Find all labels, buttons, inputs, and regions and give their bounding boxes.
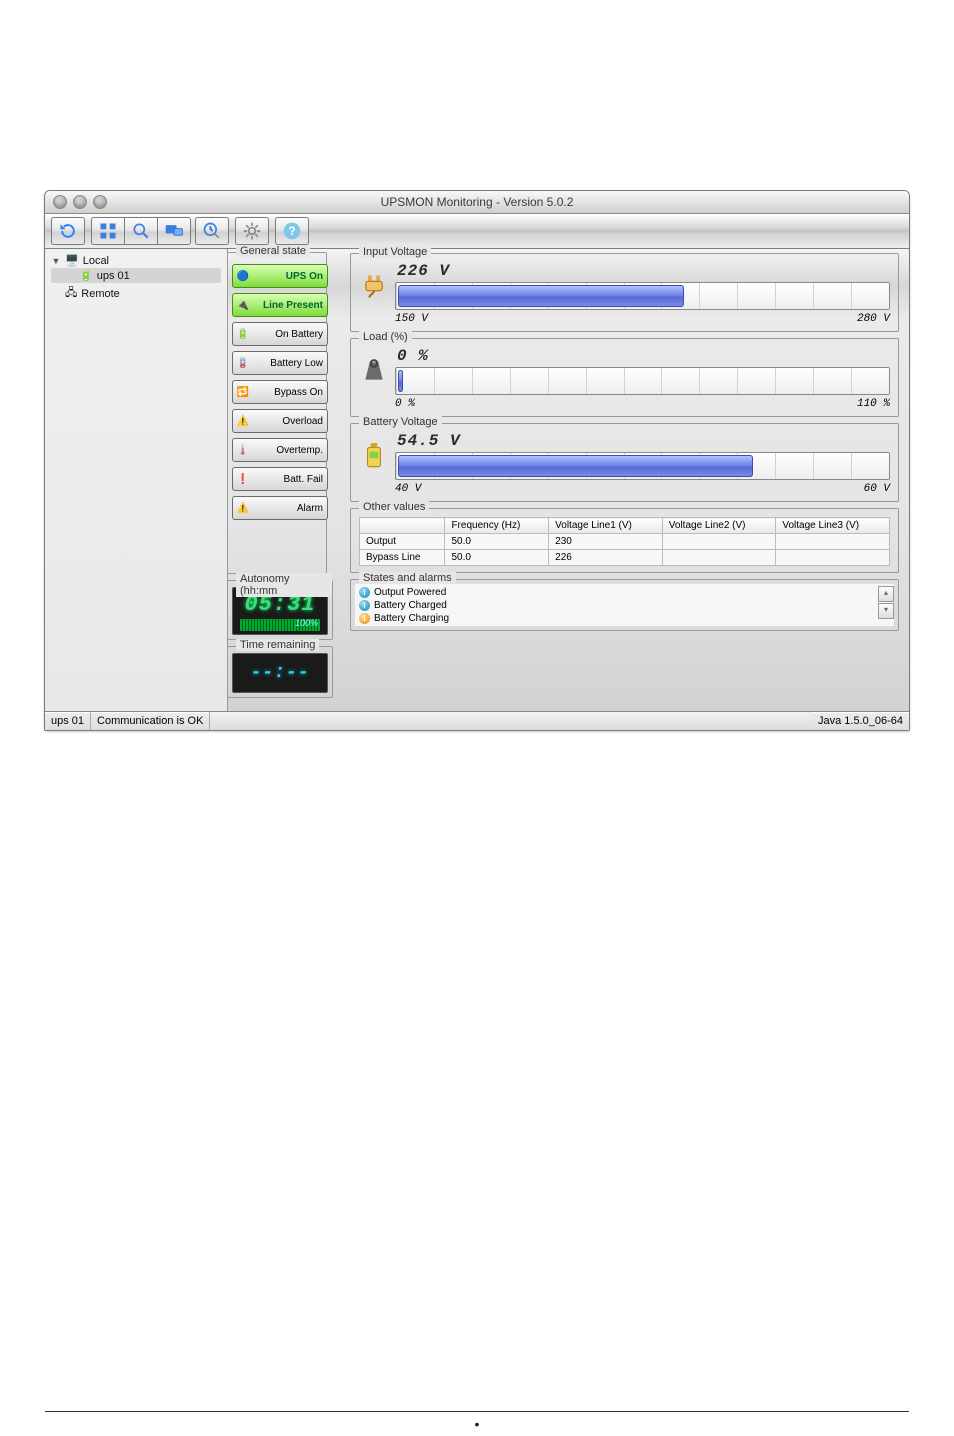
- statusbar-java: Java 1.5.0_06-64: [812, 712, 909, 730]
- tree-node-ups01[interactable]: 🔋 ups 01: [51, 268, 221, 283]
- view-group: [91, 217, 191, 245]
- folder-icon: 🖥️: [65, 254, 79, 267]
- device-tree[interactable]: ▼ 🖥️ Local 🔋 ups 01 🖧 Remote: [45, 249, 228, 711]
- page-separator: [45, 1411, 909, 1412]
- clock-wrench-icon: [202, 221, 222, 241]
- status-text: Battery Charged: [374, 599, 447, 612]
- input-voltage-fieldset: Input Voltage 226 V: [350, 253, 899, 332]
- status-bullet-icon: i: [359, 613, 370, 624]
- table-header: Voltage Line3 (V): [776, 518, 890, 534]
- search-button[interactable]: [124, 217, 158, 245]
- status-text: Battery Charging: [374, 612, 449, 625]
- scroll-up-button[interactable]: ▴: [878, 586, 894, 602]
- table-header: [360, 518, 445, 534]
- titlebar[interactable]: UPSMON Monitoring - Version 5.0.2: [45, 191, 909, 214]
- table-cell: 226: [549, 550, 663, 566]
- load-fieldset: Load (%) 0 %: [350, 338, 899, 417]
- scroll-buttons: ▴ ▾: [878, 586, 892, 620]
- battery-voltage-fieldset: Battery Voltage 54.5 V: [350, 423, 899, 502]
- list-item: i Battery Charging: [359, 612, 890, 625]
- status-bullet-icon: i: [359, 600, 370, 611]
- magnifier-icon: [131, 221, 151, 241]
- statusbar: ups 01 Communication is OK Java 1.5.0_06…: [45, 711, 909, 730]
- tree-label: Remote: [81, 288, 120, 300]
- status-bullet-icon: i: [359, 587, 370, 598]
- table-cell: 50.0: [445, 550, 549, 566]
- grid-icon: [98, 221, 118, 241]
- battery-voltage-max: 60 V: [864, 483, 890, 495]
- load-min: 0 %: [395, 398, 415, 410]
- table-cell: 230: [549, 534, 663, 550]
- schedule-button[interactable]: [195, 217, 229, 245]
- states-alarms-legend: States and alarms: [359, 572, 456, 584]
- scroll-down-button[interactable]: ▾: [878, 603, 894, 619]
- other-values-fieldset: Other values Frequency (Hz)Voltage Line1…: [350, 508, 899, 573]
- table-header: Frequency (Hz): [445, 518, 549, 534]
- input-voltage-value: 226 V: [397, 262, 890, 280]
- window-title: UPSMON Monitoring - Version 5.0.2: [45, 195, 909, 209]
- table-header: Voltage Line1 (V): [549, 518, 663, 534]
- battery-voltage-value: 54.5 V: [397, 432, 890, 450]
- input-voltage-max: 280 V: [857, 313, 890, 325]
- ups-icon: 🔋: [79, 269, 93, 282]
- list-item: i Battery Charged: [359, 599, 890, 612]
- other-values-table: Frequency (Hz)Voltage Line1 (V)Voltage L…: [359, 517, 890, 566]
- tree-node-remote[interactable]: 🖧 Remote: [51, 283, 221, 304]
- devices-icon: [164, 221, 184, 241]
- table-cell: Output: [360, 534, 445, 550]
- remote-icon: 🖧: [65, 284, 77, 303]
- page-bullet-icon: •: [475, 1416, 480, 1432]
- list-item: i Output Powered: [359, 586, 890, 599]
- tree-label: Local: [83, 255, 109, 267]
- battery-voltage-gauge: [395, 452, 890, 480]
- toolbar: ?: [45, 214, 909, 249]
- states-alarms-list[interactable]: i Output Powered i Battery Charged i Battery …: [355, 584, 894, 626]
- gear-icon: [242, 221, 262, 241]
- disclosure-triangle-icon[interactable]: ▼: [51, 256, 61, 266]
- tree-label: ups 01: [97, 270, 130, 282]
- statusbar-comm: Communication is OK: [91, 712, 210, 730]
- load-legend: Load (%): [359, 331, 412, 343]
- other-values-legend: Other values: [359, 501, 429, 513]
- table-cell: 50.0: [445, 534, 549, 550]
- battery-voltage-min: 40 V: [395, 483, 421, 495]
- table-cell: [776, 534, 890, 550]
- svg-text:?: ?: [288, 225, 295, 238]
- main-column: Input Voltage 226 V: [350, 253, 899, 631]
- refresh-icon: [58, 221, 78, 241]
- devices-button[interactable]: [157, 217, 191, 245]
- status-text: Output Powered: [374, 586, 446, 599]
- plug-icon: [359, 268, 389, 304]
- states-alarms-fieldset: States and alarms iOutput PowerediBatter…: [350, 579, 899, 631]
- load-gauge: [395, 367, 890, 395]
- table-cell: Bypass Line: [360, 550, 445, 566]
- input-voltage-min: 150 V: [395, 313, 428, 325]
- grid-view-button[interactable]: [91, 217, 125, 245]
- refresh-button[interactable]: [51, 217, 85, 245]
- input-voltage-gauge: [395, 282, 890, 310]
- battery-icon: [359, 438, 389, 474]
- table-row: Output50.0230: [360, 534, 890, 550]
- settings-button[interactable]: [235, 217, 269, 245]
- input-voltage-legend: Input Voltage: [359, 246, 431, 258]
- page-footer: •: [45, 1416, 909, 1436]
- table-row: Bypass Line50.0226: [360, 550, 890, 566]
- help-icon: ?: [282, 221, 302, 241]
- table-cell: [662, 550, 776, 566]
- content: Input Voltage 226 V: [228, 249, 909, 711]
- table-header-row: Frequency (Hz)Voltage Line1 (V)Voltage L…: [360, 518, 890, 534]
- body: ▼ 🖥️ Local 🔋 ups 01 🖧 Remote General sta…: [45, 249, 909, 711]
- tree-node-local[interactable]: ▼ 🖥️ Local: [51, 253, 221, 268]
- battery-voltage-legend: Battery Voltage: [359, 416, 442, 428]
- statusbar-device: ups 01: [45, 712, 91, 730]
- app-window: UPSMON Monitoring - Version 5.0.2 ?: [44, 190, 910, 731]
- load-value: 0 %: [397, 347, 890, 365]
- help-button[interactable]: ?: [275, 217, 309, 245]
- load-max: 110 %: [857, 398, 890, 410]
- table-header: Voltage Line2 (V): [662, 518, 776, 534]
- table-cell: [776, 550, 890, 566]
- weight-icon: [359, 353, 389, 389]
- table-cell: [662, 534, 776, 550]
